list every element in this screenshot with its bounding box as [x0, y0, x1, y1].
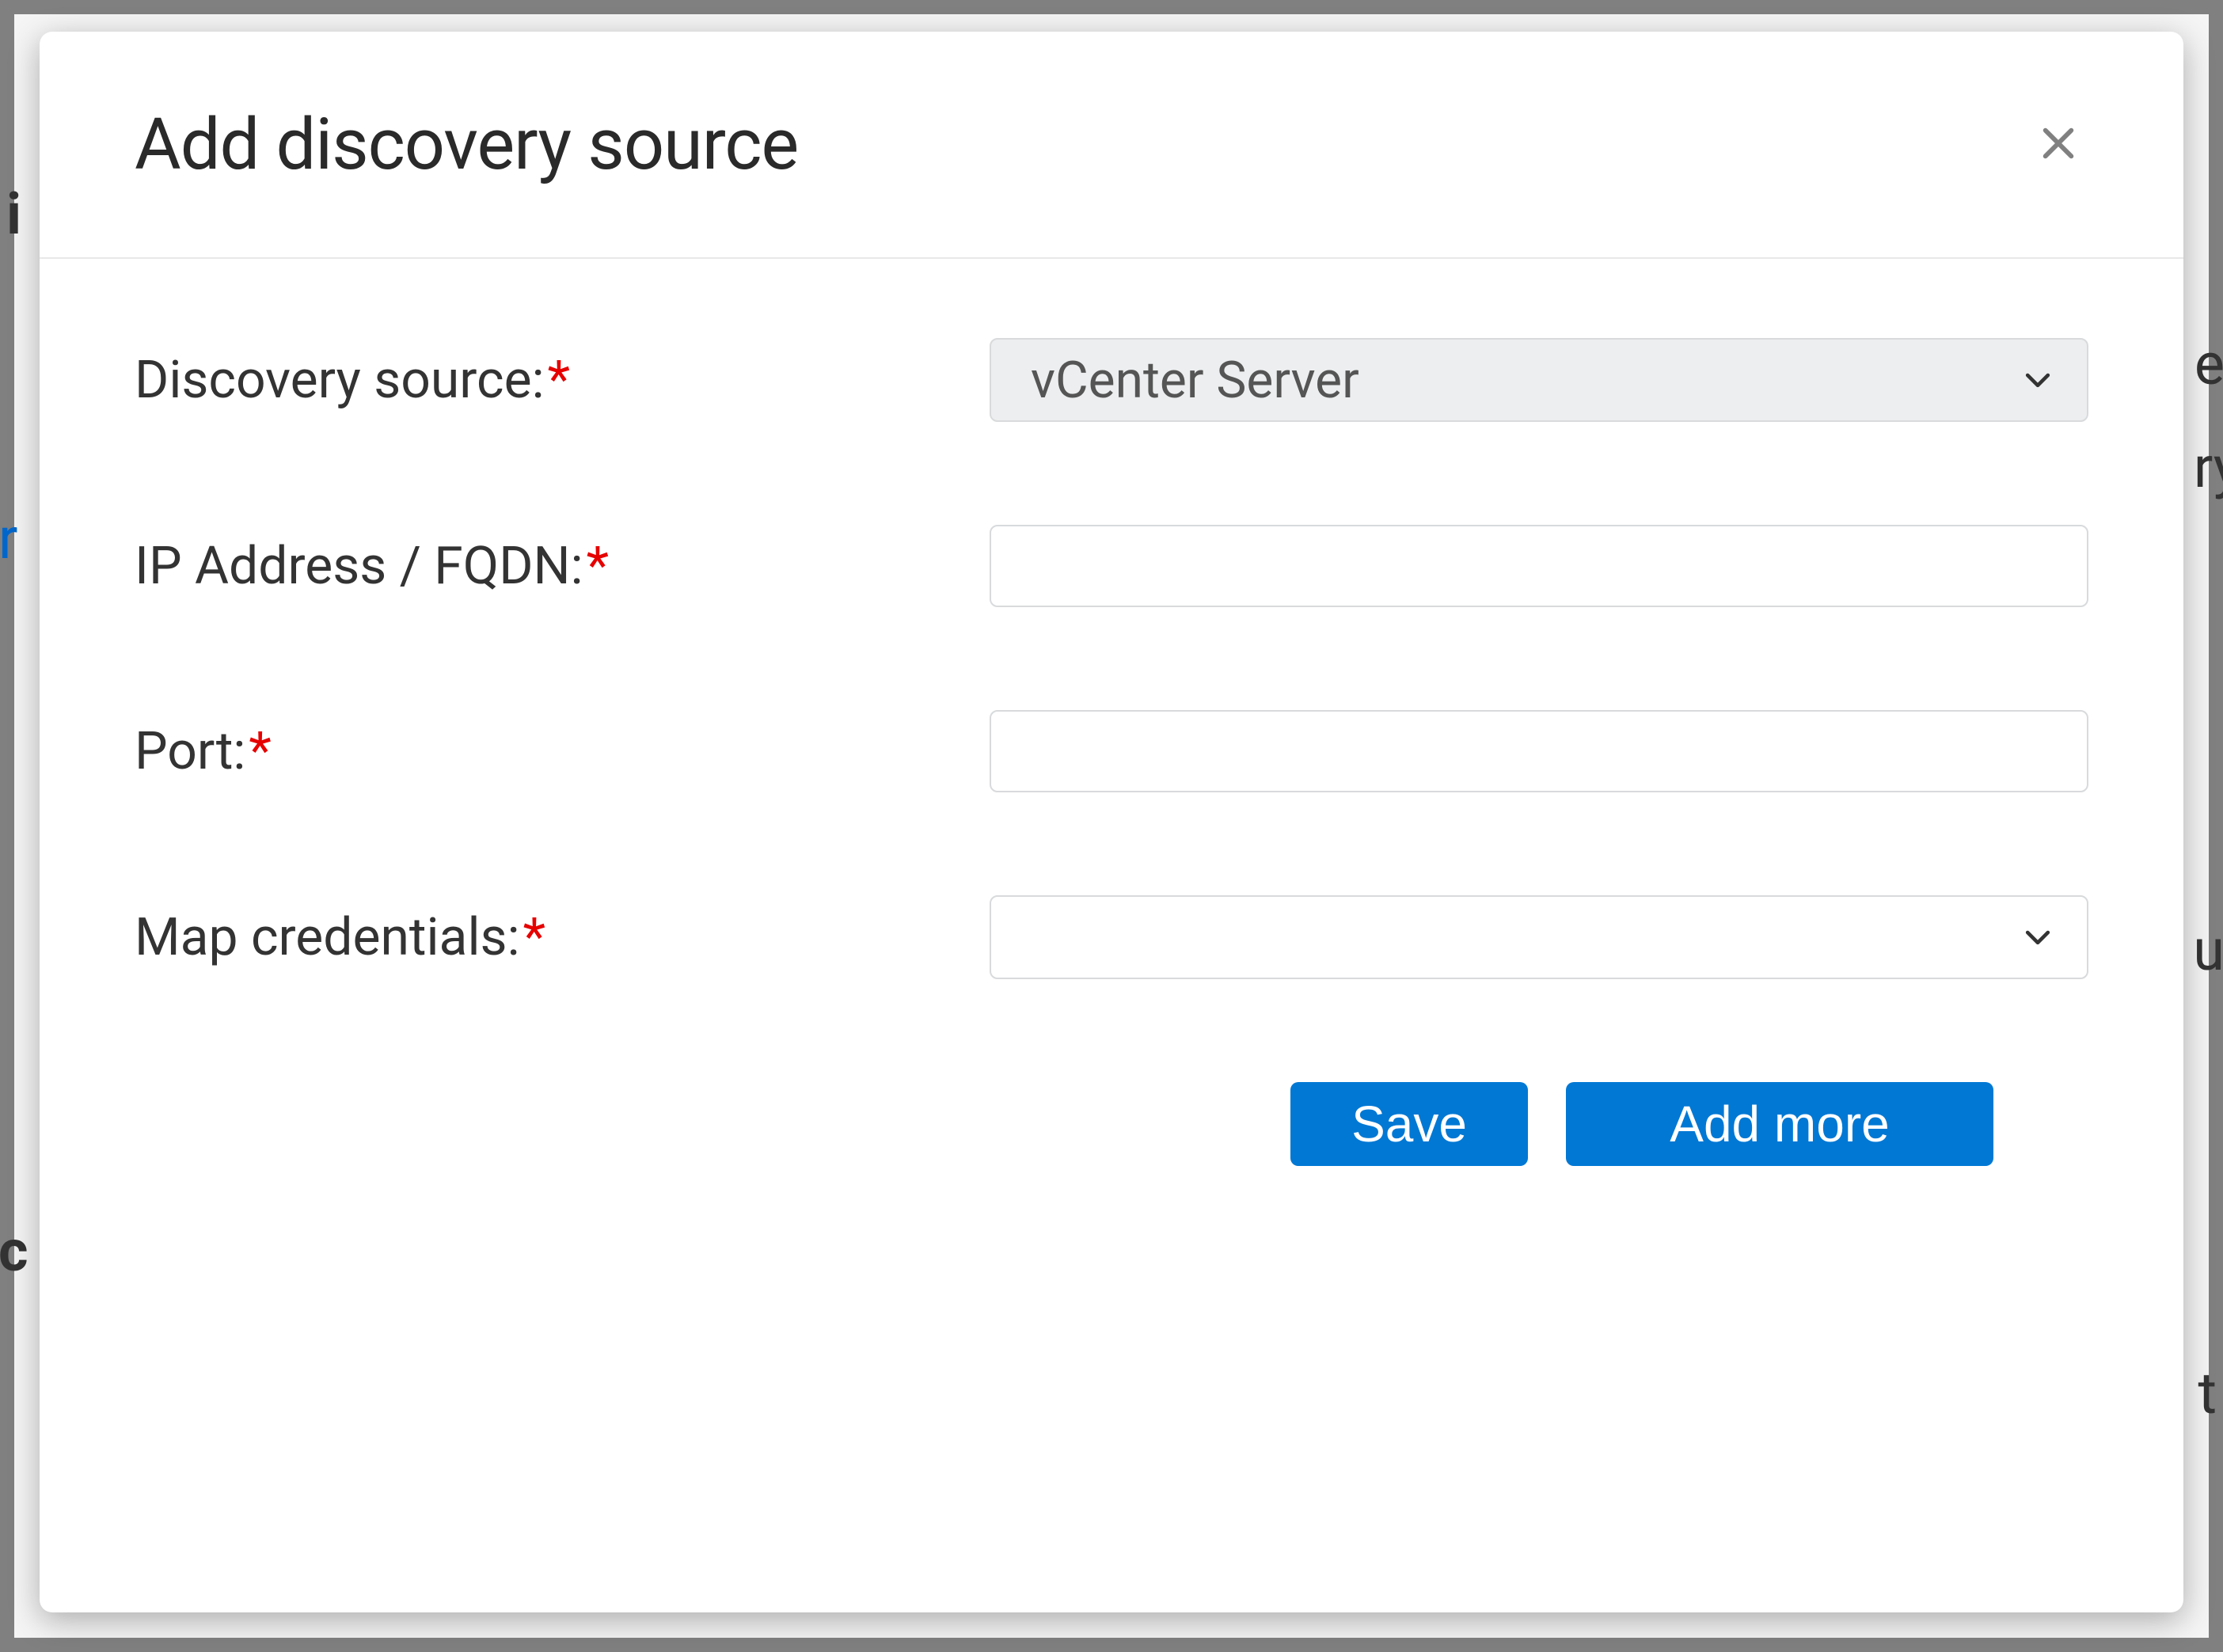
close-icon [2036, 121, 2080, 168]
map-credentials-control [990, 895, 2088, 979]
required-indicator: * [548, 350, 570, 411]
port-input[interactable] [990, 710, 2088, 792]
discovery-source-select[interactable]: vCenter Server [990, 338, 2088, 422]
label-text: Map credentials: [135, 907, 520, 968]
modal-body: Discovery source:* vCenter Server IP Add… [40, 259, 2183, 1612]
modal-header: Add discovery source [40, 32, 2183, 259]
bg-fragment: c [0, 1217, 28, 1285]
ip-fqdn-row: IP Address / FQDN:* [135, 525, 2088, 607]
bg-fragment: ry [2194, 434, 2223, 501]
bg-fragment: u [2193, 917, 2223, 984]
chevron-down-icon [2020, 351, 2055, 410]
map-credentials-select[interactable] [990, 895, 2088, 979]
bg-fragment: r [0, 505, 17, 572]
save-button[interactable]: Save [1290, 1082, 1528, 1166]
label-text: IP Address / FQDN: [135, 536, 583, 597]
ip-fqdn-input[interactable] [990, 525, 2088, 607]
map-credentials-label: Map credentials:* [135, 907, 990, 968]
ip-fqdn-control [990, 525, 2088, 607]
modal-footer: Save Add more [135, 1082, 2088, 1261]
port-row: Port:* [135, 710, 2088, 792]
label-text: Discovery source: [135, 350, 545, 411]
bg-fragment: e [2194, 331, 2223, 398]
discovery-source-row: Discovery source:* vCenter Server [135, 338, 2088, 422]
modal-title: Add discovery source [135, 103, 798, 186]
add-more-button[interactable]: Add more [1566, 1082, 1993, 1166]
port-label: Port:* [135, 721, 990, 782]
chevron-down-icon [2020, 908, 2055, 967]
required-indicator: * [587, 536, 609, 597]
add-discovery-source-modal: Add discovery source Discovery source:* … [40, 32, 2183, 1612]
label-text: Port: [135, 721, 245, 782]
ip-fqdn-label: IP Address / FQDN:* [135, 536, 990, 597]
bg-fragment: t [2198, 1360, 2217, 1427]
select-value: vCenter Server [1031, 351, 1359, 410]
port-control [990, 710, 2088, 792]
discovery-source-label: Discovery source:* [135, 350, 990, 411]
close-button[interactable] [2028, 113, 2088, 176]
discovery-source-control: vCenter Server [990, 338, 2088, 422]
required-indicator: * [249, 721, 271, 782]
required-indicator: * [523, 907, 545, 968]
bg-fragment: i [6, 180, 21, 248]
map-credentials-row: Map credentials:* [135, 895, 2088, 979]
